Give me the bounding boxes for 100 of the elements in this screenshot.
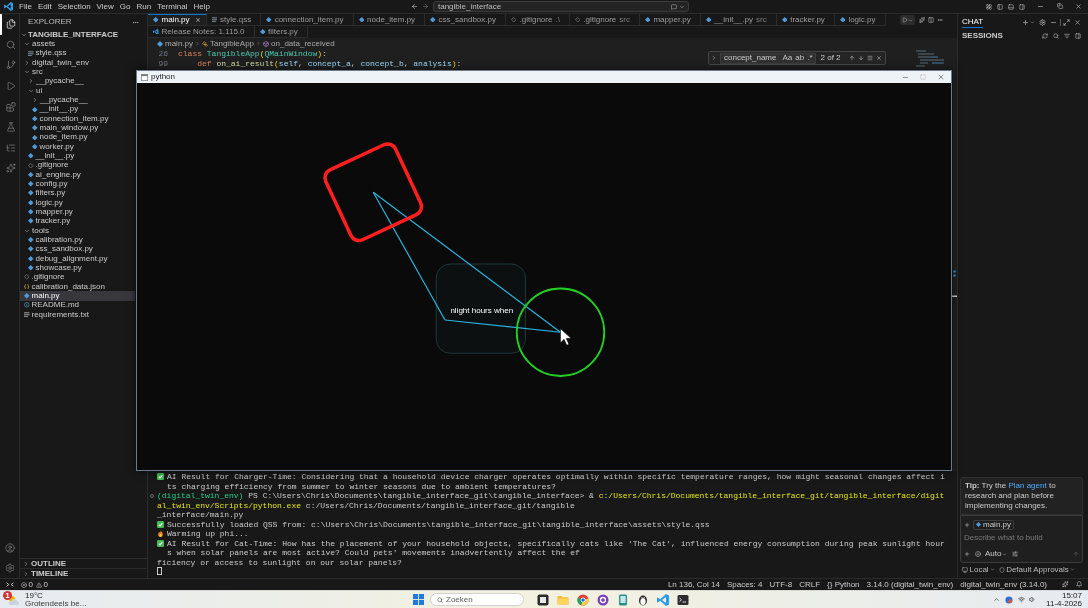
tree-item[interactable]: digital_twin_env <box>20 58 135 68</box>
tree-item[interactable]: calibration.py <box>20 235 135 245</box>
filter-icon[interactable] <box>1064 33 1070 39</box>
status-item[interactable]: 3.14.0 (digital_twin_env) <box>866 580 954 589</box>
editor-tab[interactable]: __init__.py src <box>700 14 777 26</box>
breadcrumb-item[interactable]: on_data_received <box>263 39 335 48</box>
tree-item[interactable]: tracker.py <box>20 216 135 226</box>
tree-item[interactable]: main_window.py <box>20 123 135 133</box>
menu-item[interactable]: Help <box>190 0 213 13</box>
tree-item[interactable]: assets <box>20 39 135 49</box>
sparkle-icon[interactable] <box>919 17 925 23</box>
editor-tab[interactable]: mapper.py <box>639 14 701 26</box>
tree-item[interactable]: mapper.py <box>20 207 135 217</box>
tray-app-icon[interactable] <box>1005 595 1014 604</box>
menu-item[interactable]: Selection <box>54 0 94 13</box>
smiley-icon[interactable] <box>975 551 981 557</box>
plus-icon[interactable] <box>1022 18 1029 26</box>
forward-arrow-icon[interactable] <box>422 3 429 10</box>
account-icon[interactable] <box>4 543 15 553</box>
chevron-down-icon[interactable] <box>1030 19 1035 25</box>
add-context-icon[interactable] <box>964 521 970 528</box>
tree-item[interactable]: tools <box>20 225 135 236</box>
menu-item[interactable]: Terminal <box>154 0 191 13</box>
breadcrumb-item[interactable]: main.py <box>157 39 193 48</box>
more-icon[interactable] <box>937 17 943 23</box>
tree-item[interactable]: ui <box>20 85 135 96</box>
chat-input-field[interactable]: Describe what to build <box>964 530 1079 546</box>
terminal-app-icon[interactable] <box>677 593 689 606</box>
browser-icon[interactable] <box>577 593 589 606</box>
penguin-app-icon[interactable] <box>637 593 649 606</box>
breadcrumb-item[interactable]: TangibleApp <box>202 39 255 48</box>
ring-icon[interactable] <box>150 493 154 498</box>
status-item[interactable]: {} Python <box>827 580 860 589</box>
tree-item[interactable]: css_sandbox.py <box>20 244 135 254</box>
tree-item[interactable]: __pycache__ <box>20 95 135 105</box>
approvals-dropdown[interactable]: Default Approvals <box>998 565 1075 574</box>
find-option-toggle[interactable]: ab <box>795 54 805 62</box>
location-dropdown[interactable]: Local <box>962 565 995 574</box>
menu-item[interactable]: View <box>93 0 117 13</box>
tree-root[interactable]: TANGIBLE_INTERFACE <box>20 30 135 40</box>
chevron-right-icon[interactable] <box>711 55 717 61</box>
maximize-icon[interactable] <box>1063 18 1070 26</box>
editor-tab[interactable]: connection_item.py <box>261 14 354 26</box>
plus-icon[interactable] <box>964 551 970 557</box>
status-item[interactable]: Spaces: 4 <box>726 580 763 589</box>
bell-icon[interactable] <box>1075 581 1082 588</box>
menu-item[interactable]: Edit <box>34 0 55 13</box>
weather-icon[interactable] <box>7 594 19 606</box>
tree-item[interactable]: ai_engine.py <box>20 169 135 180</box>
split-editor-icon[interactable] <box>928 17 934 23</box>
section-header[interactable]: OUTLINE <box>20 558 147 568</box>
tree-item[interactable]: connection_item.py <box>20 113 135 124</box>
problems-button[interactable]: 0 0 <box>21 580 48 589</box>
find-option-toggle[interactable]: .* <box>807 54 813 62</box>
status-item[interactable]: CRLF <box>799 580 821 589</box>
editor-tab[interactable]: style.qss <box>206 14 262 26</box>
panel-bottom-icon[interactable] <box>1008 3 1014 10</box>
find-field[interactable]: concept_name Aa ab .* <box>720 52 816 64</box>
windows-logo-icon[interactable] <box>413 594 424 605</box>
chat-tab[interactable]: CHAT <box>962 16 984 28</box>
tree-item[interactable]: .gitignore <box>20 160 135 170</box>
menu-item[interactable]: File <box>16 0 35 13</box>
tree-item[interactable]: style.qss <box>20 48 135 58</box>
panel-right-icon[interactable] <box>1019 3 1025 10</box>
tree-item[interactable]: worker.py <box>20 141 135 152</box>
lines-icon[interactable] <box>866 55 873 61</box>
tree-item[interactable]: __pycache__ <box>20 76 135 86</box>
mode-dropdown[interactable]: Auto <box>985 550 1008 558</box>
arrow-up-icon[interactable] <box>848 55 855 61</box>
menu-item[interactable]: Run <box>133 0 155 13</box>
chevron-up-icon[interactable] <box>993 596 1001 603</box>
arrow-down-icon[interactable] <box>857 55 864 61</box>
status-item[interactable]: digital_twin_env (3.14.0) <box>960 580 1047 589</box>
editor-tab[interactable]: logic.py <box>834 14 886 26</box>
window-app-icon[interactable] <box>537 593 549 606</box>
layout-icon[interactable] <box>986 3 992 10</box>
tree-item[interactable]: logic.py <box>20 197 135 208</box>
circle-marker[interactable] <box>515 287 606 377</box>
plan-agent-link[interactable]: Plan agent <box>1008 481 1047 490</box>
tree-item[interactable]: __init__.py <box>20 151 135 161</box>
editor-tab[interactable]: .gitignore .\ <box>506 14 570 26</box>
tree-item[interactable]: debug_alignment.py <box>20 253 135 264</box>
tree-item[interactable]: main.py <box>20 291 135 301</box>
status-item[interactable]: Ln 136, Col 14 <box>667 580 720 589</box>
chevron-down-icon[interactable] <box>679 3 685 10</box>
run-button[interactable] <box>900 15 915 25</box>
tree-item[interactable]: filters.py <box>20 188 135 198</box>
command-center[interactable]: tangible_interface <box>433 1 689 12</box>
editor-tab[interactable]: css_sandbox.py <box>425 14 506 26</box>
sliders-icon[interactable] <box>1012 551 1019 557</box>
tree-item[interactable]: .gitignore <box>20 272 135 282</box>
sparkle-icon[interactable] <box>1062 581 1069 588</box>
close-icon[interactable] <box>937 73 945 81</box>
tree-item[interactable]: src <box>20 67 135 77</box>
tree-item[interactable]: README.md <box>20 300 135 310</box>
settings-icon[interactable] <box>4 563 15 573</box>
panel-right-icon[interactable] <box>1075 33 1081 39</box>
phone-app-icon[interactable] <box>617 593 629 606</box>
back-arrow-icon[interactable] <box>411 3 418 10</box>
circle-app-icon[interactable] <box>597 593 609 606</box>
